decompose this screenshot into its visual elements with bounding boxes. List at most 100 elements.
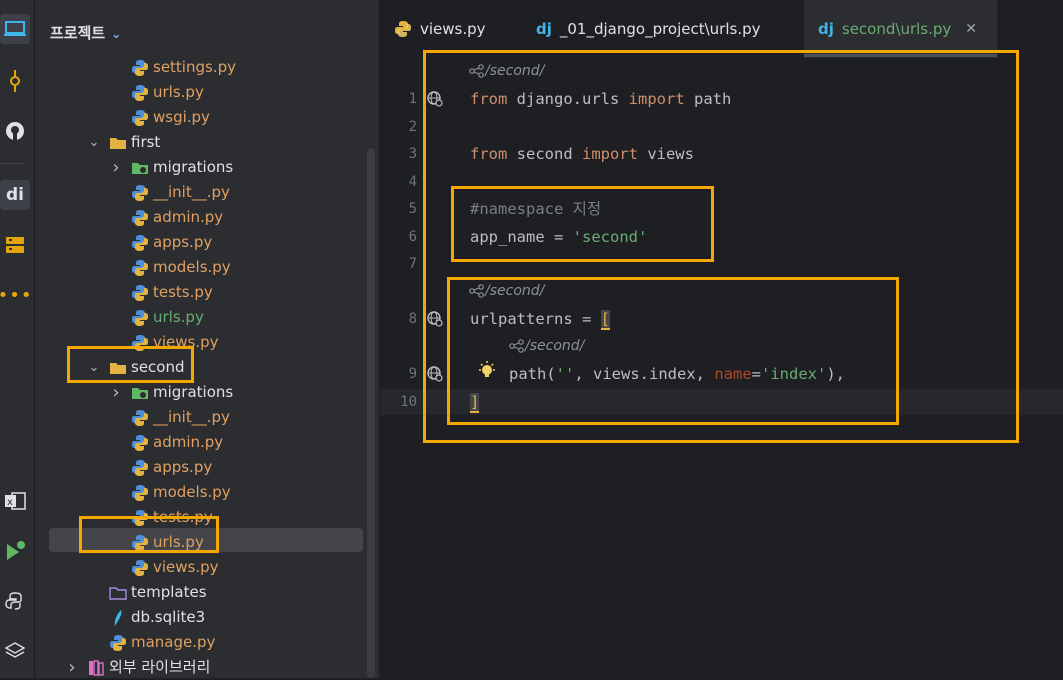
tree-item[interactable]: wsgi.py bbox=[131, 105, 210, 130]
tree-item-label: tests.py bbox=[153, 283, 213, 301]
tree-item[interactable]: tests.py bbox=[131, 505, 213, 530]
tree-item[interactable]: apps.py bbox=[131, 455, 212, 480]
hint-text: /second/ bbox=[485, 63, 545, 79]
lightbulb-icon[interactable] bbox=[477, 361, 497, 381]
line-number: 5 bbox=[408, 201, 417, 217]
tab-project-urls-py[interactable]: dj _01_django_project\urls.py bbox=[536, 0, 761, 58]
chevron-down-icon[interactable]: ⌄ bbox=[111, 27, 121, 41]
layers-icon[interactable] bbox=[0, 636, 30, 666]
url-navigation-icon[interactable] bbox=[426, 90, 444, 108]
tab-views-py[interactable]: views.py bbox=[394, 0, 486, 58]
tree-item[interactable]: first bbox=[109, 130, 160, 155]
chevron-down-icon[interactable]: ⌄ bbox=[87, 130, 101, 155]
tree-item[interactable]: admin.py bbox=[131, 430, 223, 455]
tree-item[interactable]: migrations bbox=[131, 380, 233, 405]
code-line-9[interactable]: path('', views.index, name='index'), bbox=[509, 361, 845, 387]
active-tab-underline bbox=[804, 54, 997, 57]
code-line-5[interactable]: #namespace 지정 bbox=[470, 196, 601, 222]
python-file-icon bbox=[131, 259, 149, 277]
line-number: 4 bbox=[408, 174, 417, 190]
url-navigation-icon[interactable] bbox=[426, 310, 444, 328]
tab-label: _01_django_project\urls.py bbox=[559, 20, 761, 38]
endpoint-hint[interactable]: /second/ bbox=[469, 283, 544, 299]
python-file-icon bbox=[131, 209, 149, 227]
string-literal: 'second' bbox=[572, 228, 648, 246]
python-file-icon bbox=[131, 184, 149, 202]
python-file-icon bbox=[131, 484, 149, 502]
tree-item[interactable]: urls.py bbox=[131, 305, 204, 330]
tree-item[interactable]: 외부 라이브러리 bbox=[87, 655, 210, 680]
tree-item-label: settings.py bbox=[153, 58, 236, 76]
code-text: app_name = bbox=[470, 228, 573, 246]
scrollbar[interactable] bbox=[367, 148, 375, 678]
code-line-6[interactable]: app_name = 'second' bbox=[470, 224, 647, 250]
tab-label: views.py bbox=[420, 20, 486, 38]
tree-item[interactable]: __init__.py bbox=[131, 405, 230, 430]
python-file-icon bbox=[131, 309, 149, 327]
tree-item[interactable]: models.py bbox=[131, 480, 231, 505]
tree-item[interactable]: migrations bbox=[131, 155, 233, 180]
python-file-icon bbox=[131, 559, 149, 577]
tree-item-label: db.sqlite3 bbox=[131, 608, 206, 626]
project-panel-header[interactable]: 프로젝트 ⌄ bbox=[50, 22, 121, 43]
python-file-icon bbox=[131, 284, 149, 302]
tree-item[interactable]: manage.py bbox=[109, 630, 215, 655]
url-navigation-icon[interactable] bbox=[426, 365, 444, 383]
python-console-icon[interactable] bbox=[0, 586, 30, 616]
tree-item[interactable]: views.py bbox=[131, 330, 219, 355]
tree-item-label: __init__.py bbox=[153, 183, 230, 201]
tree-item[interactable]: urls.py bbox=[131, 530, 204, 555]
hint-text: /second/ bbox=[525, 338, 585, 354]
tree-item-label: migrations bbox=[153, 383, 234, 401]
tree-item[interactable]: models.py bbox=[131, 255, 231, 280]
tab-second-urls-py[interactable]: dj second\urls.py ✕ bbox=[804, 0, 997, 58]
code-line-10[interactable]: ] bbox=[470, 389, 480, 415]
more-icon[interactable]: ••• bbox=[0, 280, 31, 310]
github-icon[interactable] bbox=[0, 116, 30, 146]
tree-item-label: urls.py bbox=[153, 308, 204, 326]
tree-item[interactable]: admin.py bbox=[131, 205, 223, 230]
code-line-8[interactable]: urlpatterns = [ bbox=[470, 306, 610, 332]
tree-item[interactable]: second bbox=[109, 355, 185, 380]
tree-item-label: urls.py bbox=[153, 83, 204, 101]
keyword: from bbox=[470, 145, 508, 163]
tree-item[interactable]: settings.py bbox=[131, 55, 236, 80]
current-line-highlight bbox=[380, 389, 1063, 415]
selected-row-highlight bbox=[49, 528, 363, 552]
excel-icon[interactable]: x bbox=[0, 486, 30, 516]
tree-item[interactable]: views.py bbox=[131, 555, 219, 580]
code-text: django.urls bbox=[507, 90, 629, 108]
tree-item[interactable]: tests.py bbox=[131, 280, 213, 305]
tree-item[interactable]: apps.py bbox=[131, 230, 212, 255]
endpoint-hint[interactable]: /second/ bbox=[509, 338, 584, 354]
folder-icon bbox=[109, 360, 127, 376]
tree-item[interactable]: db.sqlite3 bbox=[109, 605, 205, 630]
chevron-right-icon[interactable]: › bbox=[109, 380, 123, 405]
run-icon[interactable] bbox=[0, 536, 30, 566]
commit-icon[interactable] bbox=[0, 66, 30, 96]
chevron-right-icon[interactable]: › bbox=[109, 155, 123, 180]
python-file-icon bbox=[131, 84, 149, 102]
line-number: 7 bbox=[408, 256, 417, 272]
django-icon[interactable]: di bbox=[0, 180, 30, 210]
tree-item[interactable]: urls.py bbox=[131, 80, 204, 105]
hint-text: /second/ bbox=[485, 283, 545, 299]
keyword: import bbox=[628, 90, 685, 108]
tree-item[interactable]: templates bbox=[109, 580, 207, 605]
chevron-right-icon[interactable]: › bbox=[65, 655, 79, 680]
project-view-icon[interactable] bbox=[0, 14, 30, 44]
code-line-3[interactable]: from second import views bbox=[470, 141, 694, 167]
tree-item[interactable]: __init__.py bbox=[131, 180, 230, 205]
library-icon bbox=[87, 659, 105, 677]
tree-item-label: apps.py bbox=[153, 458, 213, 476]
line-number: 2 bbox=[408, 119, 417, 135]
chevron-down-icon[interactable]: ⌄ bbox=[87, 355, 101, 380]
close-icon[interactable]: ✕ bbox=[965, 21, 977, 37]
code-line-1[interactable]: from django.urls import path bbox=[470, 86, 731, 112]
endpoint-hint[interactable]: /second/ bbox=[469, 63, 544, 79]
database-icon[interactable] bbox=[0, 230, 30, 260]
code-text: views bbox=[637, 145, 694, 163]
tree-item-label: models.py bbox=[153, 258, 231, 276]
tab-label: second\urls.py bbox=[841, 20, 952, 38]
tree-item-label: __init__.py bbox=[153, 408, 230, 426]
